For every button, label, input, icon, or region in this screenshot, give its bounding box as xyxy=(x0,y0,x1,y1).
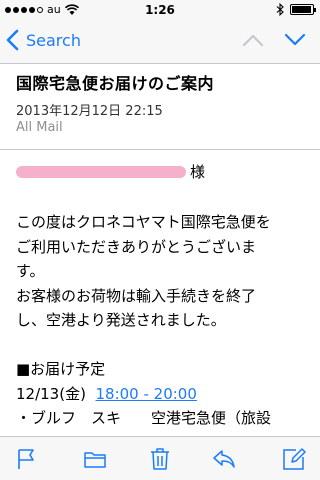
reply-icon xyxy=(213,450,235,468)
clock: 1:26 xyxy=(145,3,175,17)
body-line-partial: ・ブルフ スキ 空港宅急便（旅設 xyxy=(16,409,272,427)
body-line: ご利用いただきありがとうございま xyxy=(16,237,257,256)
delivery-line: 12/13(金) 18:00 - 20:00 xyxy=(16,382,308,407)
bottom-toolbar xyxy=(0,436,320,480)
delete-button[interactable] xyxy=(148,447,172,471)
bluetooth-icon xyxy=(276,3,284,16)
addressee-suffix: 様 xyxy=(190,162,206,181)
compose-button[interactable] xyxy=(282,447,306,471)
redacted-name xyxy=(16,166,186,178)
navigation-bar: Search xyxy=(0,20,320,64)
status-right xyxy=(276,3,316,16)
message-body: 様 この度はクロネコヤマト国際宅急便を ご利用いただきありがとうございま す。 … xyxy=(16,158,308,431)
chevron-left-icon xyxy=(6,29,19,51)
addressee-line: 様 xyxy=(16,158,308,186)
delivery-date: 12/13(金) xyxy=(16,384,86,403)
delivery-time-link[interactable]: 18:00 - 20:00 xyxy=(95,385,196,403)
body-line: し、空港より発送されました。 xyxy=(16,311,226,329)
trash-icon xyxy=(151,448,169,470)
message-subject: 国際宅急便お届けのご案内 xyxy=(16,74,215,93)
reply-button[interactable] xyxy=(212,447,236,471)
body-line: お客様のお荷物は輸入手続きを終了 xyxy=(16,286,257,305)
compose-icon xyxy=(283,448,306,470)
next-message-button[interactable] xyxy=(284,32,306,48)
folder-icon xyxy=(84,452,106,468)
move-to-folder-button[interactable] xyxy=(83,447,107,471)
battery-icon xyxy=(290,4,316,15)
message-date: 2013年12月12日 22:15 xyxy=(16,104,163,119)
message-paragraph: この度はクロネコヤマト国際宅急便を ご利用いただきありがとうございま す。 お客… xyxy=(16,210,308,333)
status-bar: au 1:26 xyxy=(0,0,320,20)
section-title: ■お届け予定 xyxy=(16,360,106,378)
back-button[interactable]: Search xyxy=(6,29,81,51)
flag-icon xyxy=(18,449,34,469)
body-line: す。 xyxy=(16,262,45,280)
body-line: この度はクロネコヤマト国際宅急便を xyxy=(16,213,271,231)
previous-message-button[interactable] xyxy=(242,32,264,48)
back-button-label: Search xyxy=(26,30,81,50)
message-header: 国際宅急便お届けのご案内 2013年12月12日 22:15 All Mail xyxy=(0,64,320,150)
message-folder: All Mail xyxy=(16,120,63,135)
battery-level xyxy=(292,6,311,13)
flag-button[interactable] xyxy=(14,447,38,471)
